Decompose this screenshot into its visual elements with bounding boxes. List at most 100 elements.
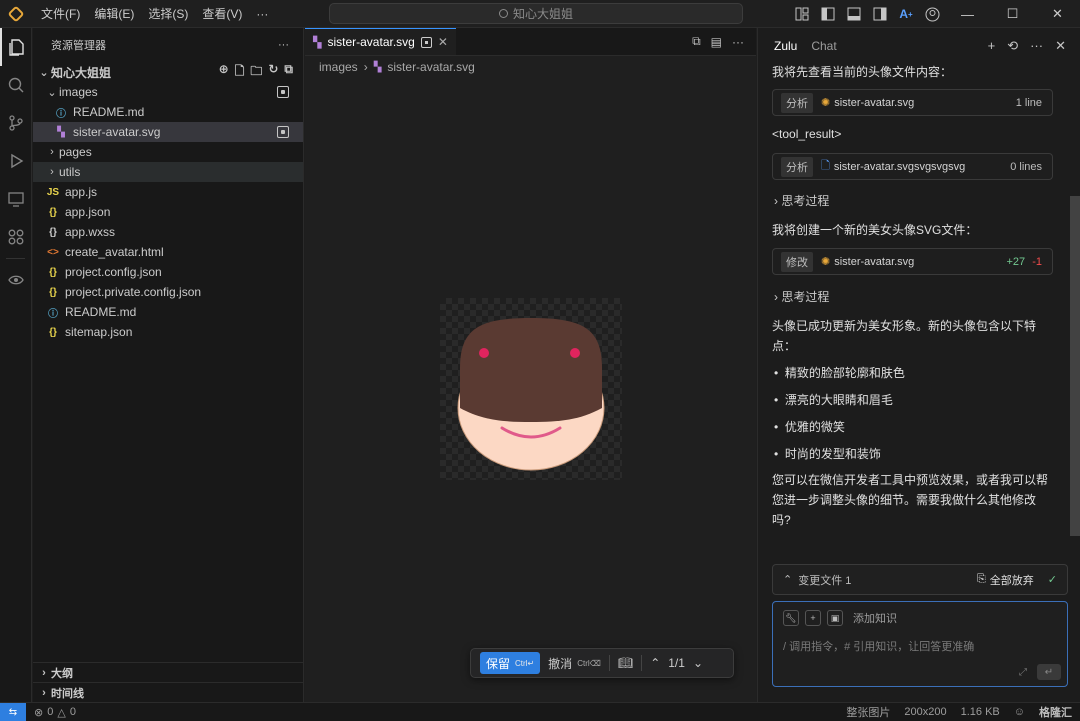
minimize-icon[interactable]: — — [945, 0, 990, 28]
tree-file[interactable]: {} app.wxss — [33, 222, 303, 242]
menu-selection[interactable]: 选择(S) — [141, 0, 195, 28]
accept-check-icon[interactable]: ✓ — [1048, 573, 1057, 586]
avatar-image — [457, 318, 605, 471]
chevron-right-icon: › — [774, 290, 778, 304]
new-file-icon[interactable]: 🗋 — [235, 62, 245, 83]
chip-tag: 分析 — [781, 92, 813, 113]
expand-icon[interactable]: ⤢ — [1019, 667, 1027, 678]
tab-zulu[interactable]: Zulu — [774, 39, 797, 53]
explorer-more-button[interactable]: ··· — [278, 39, 289, 51]
analyze-chip[interactable]: 分析 ✺ sister-avatar.svg 1 line — [772, 89, 1053, 116]
new-folder-icon[interactable]: 🗀 — [250, 62, 262, 83]
edit-chip[interactable]: 修改 ✺ sister-avatar.svg +27 -1 — [772, 248, 1053, 275]
undo-button[interactable]: 撤消 Ctrl⌫ — [548, 655, 601, 672]
tree-folder[interactable]: › pages — [33, 142, 303, 162]
remote-explorer-icon[interactable] — [0, 180, 32, 218]
locate-icon[interactable]: ⊕ — [219, 62, 229, 83]
chat-input-box[interactable]: 🔧︎ + ▣ 添加知识 / 调用指令，# 引用知识，让回答更准确 ⤢ ↵ — [772, 601, 1068, 687]
image-icon[interactable]: ▣ — [827, 610, 843, 626]
toggle-secondary-sidebar-icon[interactable] — [869, 3, 891, 25]
tree-root[interactable]: ⌄ 知心大姐姐 ⊕ 🗋 🗀 ↻ ⧉ — [33, 62, 303, 82]
tree-label: README.md — [65, 305, 137, 319]
toolbar-divider — [608, 655, 610, 671]
copilot-icon[interactable]: ☺ — [1014, 706, 1025, 718]
menu-edit[interactable]: 编辑(E) — [87, 0, 141, 28]
tree-file[interactable]: {} project.config.json — [33, 262, 303, 282]
account-icon[interactable] — [921, 3, 943, 25]
layout-customize-icon[interactable] — [791, 3, 813, 25]
changed-files-bar[interactable]: ⌃ 变更文件 1 ⎘ 全部放弃 ✓ — [772, 564, 1068, 595]
tree-file[interactable]: {} sitemap.json — [33, 322, 303, 342]
tree-file[interactable]: {} project.private.config.json — [33, 282, 303, 302]
explorer-sidebar: 资源管理器 ··· ⌄ 知心大姐姐 ⊕ 🗋 🗀 ↻ ⧉ ⌄ images ⓘ READ… — [33, 28, 304, 702]
chat-scrollbar[interactable] — [1070, 196, 1080, 536]
add-knowledge-button[interactable]: 添加知识 — [853, 610, 897, 626]
feature-list-item: • 漂亮的大眼睛和眉毛 — [774, 393, 893, 407]
history-icon[interactable]: ⟲ — [1007, 38, 1018, 54]
problems-status[interactable]: ⊗ 0 △ 0 — [34, 706, 76, 719]
breadcrumb-folder[interactable]: images — [319, 60, 358, 74]
tree-label: app.json — [65, 205, 111, 219]
wrench-icon[interactable]: 🔧︎ — [783, 610, 799, 626]
svg-file-icon: ▚ — [313, 36, 322, 49]
tree-file[interactable]: <> create_avatar.html — [33, 242, 303, 262]
tree-file[interactable]: ⓘ README.md — [33, 302, 303, 322]
tab-sister-avatar[interactable]: ▚ sister-avatar.svg ✕ — [305, 28, 456, 55]
thinking-toggle[interactable]: › 思考过程 — [774, 192, 829, 209]
extensions-icon[interactable] — [0, 218, 32, 256]
close-window-icon[interactable]: ✕ — [1035, 0, 1080, 28]
maximize-icon[interactable]: ☐ — [990, 0, 1035, 28]
analyze-chip[interactable]: 分析 🗋 sister-avatar.svgsvgsvgsvg 0 lines — [772, 153, 1053, 180]
split-editor-icon[interactable]: ▤ — [711, 35, 722, 49]
tab-chat[interactable]: Chat — [811, 39, 836, 53]
run-debug-icon[interactable] — [0, 142, 32, 180]
breadcrumb-file[interactable]: sister-avatar.svg — [387, 60, 474, 74]
open-preview-icon[interactable]: ⧉ — [692, 34, 701, 49]
editor-more-icon[interactable]: ··· — [732, 35, 744, 49]
collapse-all-icon[interactable]: ⧉ — [284, 62, 293, 83]
info-file-icon: ⓘ — [48, 308, 58, 320]
command-center-search[interactable]: 知心大姐姐 — [329, 3, 743, 24]
js-file-icon: JS — [46, 186, 60, 198]
timeline-section[interactable]: › 时间线 — [33, 682, 304, 702]
tree-file[interactable]: ⓘ README.md — [33, 102, 303, 122]
remote-icon[interactable]: ⇆ — [0, 702, 26, 721]
explorer-icon[interactable] — [0, 28, 32, 66]
preview-eye-icon[interactable] — [0, 261, 32, 299]
search-icon[interactable] — [0, 66, 32, 104]
changed-files-label: 变更文件 1 — [798, 574, 852, 587]
chevron-up-icon[interactable]: ⌃ — [650, 656, 660, 670]
tree-file[interactable]: {} app.json — [33, 202, 303, 222]
close-tab-icon[interactable]: ✕ — [438, 35, 448, 49]
tree-folder[interactable]: › utils — [33, 162, 303, 182]
tree-file[interactable]: JS app.js — [33, 182, 303, 202]
close-panel-icon[interactable]: ✕ — [1055, 38, 1066, 54]
send-button[interactable]: ↵ — [1037, 664, 1061, 680]
tree-file[interactable]: ▚ sister-avatar.svg — [33, 122, 303, 142]
outline-section[interactable]: › 大纲 — [33, 662, 304, 682]
toggle-sidebar-icon[interactable] — [817, 3, 839, 25]
warning-count: 0 — [69, 705, 76, 718]
ai-translate-icon[interactable]: A + — [895, 3, 917, 25]
thinking-toggle[interactable]: › 思考过程 — [774, 288, 829, 305]
thinking-label: 思考过程 — [781, 194, 830, 208]
chip-tag: 修改 — [781, 251, 813, 272]
chevron-right-icon: › — [42, 686, 46, 699]
new-chat-icon[interactable]: + — [988, 38, 996, 54]
add-context-icon[interactable]: + — [805, 610, 821, 626]
chat-more-icon[interactable]: ··· — [1030, 38, 1043, 54]
tree-folder[interactable]: ⌄ images — [33, 82, 303, 102]
reject-all-button[interactable]: ⎘ 全部放弃 — [977, 572, 1034, 588]
keep-button[interactable]: 保留 Ctrl↵ — [480, 652, 541, 674]
menu-view[interactable]: 查看(V) — [195, 0, 249, 28]
avatar-right-eye — [570, 348, 580, 358]
menu-more[interactable]: ··· — [249, 0, 275, 28]
book-icon[interactable]: 📖︎ — [618, 656, 633, 670]
chevron-down-icon[interactable]: ⌄ — [693, 656, 703, 670]
refresh-icon[interactable]: ↻ — [268, 62, 278, 83]
chip-line-count: 1 line — [1015, 96, 1042, 109]
status-right: 整张图片 200x200 1.16 KB ☺ 格隆汇 — [846, 704, 1080, 720]
source-control-icon[interactable] — [0, 104, 32, 142]
toggle-panel-icon[interactable] — [843, 3, 865, 25]
menu-file[interactable]: 文件(F) — [34, 0, 87, 28]
